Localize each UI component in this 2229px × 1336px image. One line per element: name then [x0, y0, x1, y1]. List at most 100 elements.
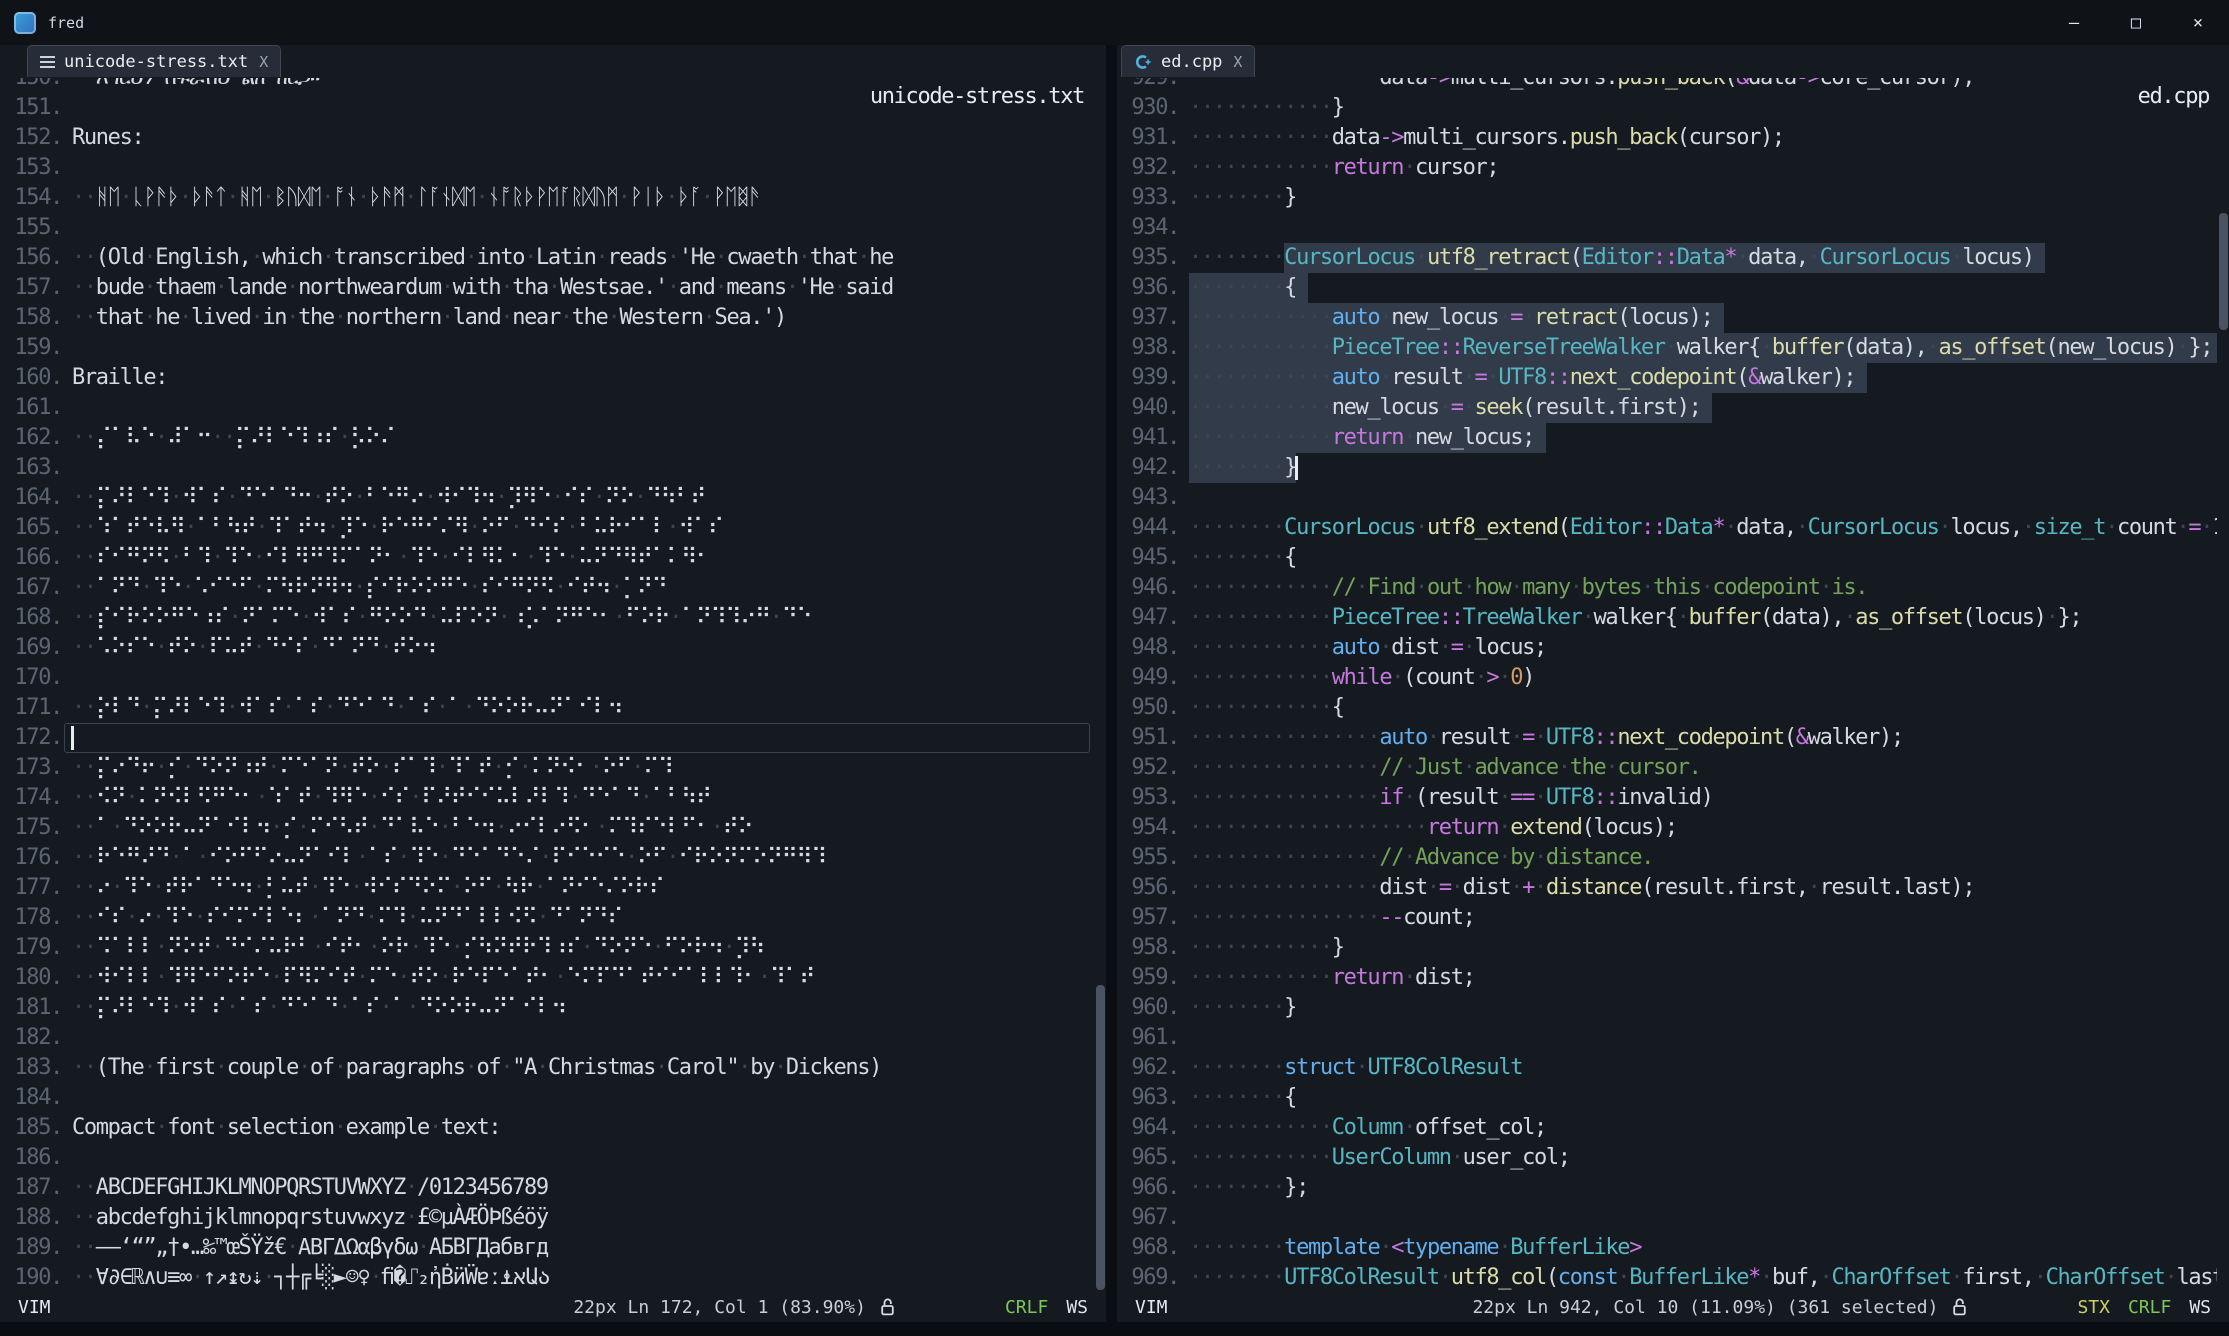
- code-line[interactable]: 156.··(Old·English,·which·transcribed·in…: [0, 243, 1094, 273]
- code-line[interactable]: 947.············PieceTree::TreeWalker·wa…: [1117, 603, 2217, 633]
- code-line[interactable]: 167.··⠁⠝⠙·⠹⠑·⠡⠊⠑⠋·⠍⠳⠗⠝⠻⠲·⡎⠊⠗⠕⠕⠛⠑·⠎⠊⠛⠝⠫·⠊…: [0, 573, 1094, 603]
- code-line[interactable]: 933.········}: [1117, 183, 2217, 213]
- code-line[interactable]: 951.················auto·result·=·UTF8::…: [1117, 723, 2217, 753]
- code-line[interactable]: 181.··⡍⠜⠇⠑⠹·⠺⠁⠎·⠁⠎·⠙⠑⠁⠙·⠁⠎·⠁·⠙⠕⠕⠗⠤⠝⠁⠊⠇⠲: [0, 993, 1094, 1023]
- code-line[interactable]: 188.··abcdefghijklmnopqrstuvwxyz·£©µÀÆÖÞ…: [0, 1203, 1094, 1233]
- code-line[interactable]: 962.········struct·UTF8ColResult: [1117, 1053, 2217, 1083]
- text-editor-viewport[interactable]: 150.··እግርህን·በፍራሽህ·ልክ·ዘርጋ።151.152.Runes:1…: [0, 78, 1094, 1292]
- code-line[interactable]: 170.: [0, 663, 1094, 693]
- code-line[interactable]: 160.Braille:: [0, 363, 1094, 393]
- code-line[interactable]: 173.··⡍⠔⠙⠖·⡊·⠙⠕⠝⠰⠞·⠍⠑⠁⠝·⠞⠕·⠎⠁⠹·⠹⠁⠞·⡊·⠅⠝⠪…: [0, 753, 1094, 783]
- code-line[interactable]: 945.········{: [1117, 543, 2217, 573]
- code-line[interactable]: 930.············}: [1117, 93, 2217, 123]
- code-line[interactable]: 155.: [0, 213, 1094, 243]
- code-line[interactable]: 969.········UTF8ColResult·utf8_col(const…: [1117, 1263, 2217, 1292]
- code-line[interactable]: 177.··⠔·⠹⠑·⠞⠗⠁⠙⠑⠲·⡃⠥⠞·⠹⠑·⠺⠊⠎⠙⠕⠍·⠕⠋·⠳⠗·⠁⠝…: [0, 873, 1094, 903]
- code-line[interactable]: 936.········{: [1117, 273, 2217, 303]
- flag-crlf[interactable]: CRLF: [2128, 1297, 2171, 1318]
- flag-stx[interactable]: STX: [2077, 1297, 2110, 1318]
- code-line[interactable]: 171.··⡕⠇⠙·⡍⠜⠇⠑⠹·⠺⠁⠎·⠁⠎·⠙⠑⠁⠙·⠁⠎·⠁·⠙⠕⠕⠗⠤⠝⠁…: [0, 693, 1094, 723]
- code-line[interactable]: 183.··(The·first·couple·of·paragraphs·of…: [0, 1053, 1094, 1083]
- tab-close-icon[interactable]: X: [259, 53, 268, 71]
- code-line[interactable]: 940.············new_locus·=·seek(result.…: [1117, 393, 2217, 423]
- code-line[interactable]: 185.Compact·font·selection·example·text:: [0, 1113, 1094, 1143]
- code-line[interactable]: 189.··–—‘“”„†•…‰™œŠŸž€·ΑΒΓΔΩαβγδω·АБВГДа…: [0, 1233, 1094, 1263]
- code-line[interactable]: 176.··⠗⠑⠛⠜⠙·⠁·⠊⠕⠋⠋⠔⠤⠝⠁⠊⠇·⠁⠎·⠹⠑·⠙⠑⠁⠙⠑⠌·⠏⠊…: [0, 843, 1094, 873]
- code-line[interactable]: 952.················//·Just·advance·the·…: [1117, 753, 2217, 783]
- code-line[interactable]: 958.············}: [1117, 933, 2217, 963]
- code-line[interactable]: 956.················dist·=·dist·+·distan…: [1117, 873, 2217, 903]
- close-button[interactable]: ×: [2167, 0, 2229, 45]
- code-line[interactable]: 959.············return·dist;: [1117, 963, 2217, 993]
- code-line[interactable]: 944.········CursorLocus·utf8_extend(Edit…: [1117, 513, 2217, 543]
- tab-unicode-stress-txt[interactable]: unicode-stress.txt X: [27, 45, 281, 77]
- code-line[interactable]: 941.············return·new_locus;: [1117, 423, 2217, 453]
- code-line[interactable]: 169.··⠡⠕⠎⠑·⠞⠕·⠏⠥⠞·⠙⠊⠎·⠙⠁⠝⠙·⠞⠕⠲: [0, 633, 1094, 663]
- code-line[interactable]: 172.: [0, 723, 1094, 753]
- code-line[interactable]: 949.············while·(count·>·0): [1117, 663, 2217, 693]
- code-line[interactable]: 152.Runes:: [0, 123, 1094, 153]
- code-line[interactable]: 943.: [1117, 483, 2217, 513]
- flag-ws[interactable]: WS: [1066, 1297, 1088, 1318]
- code-line[interactable]: 932.············return·cursor;: [1117, 153, 2217, 183]
- code-line[interactable]: 964.············Column·offset_col;: [1117, 1113, 2217, 1143]
- code-line[interactable]: 165.··⠱⠁⠞⠑⠧⠻·⠁⠃⠳⠞·⠹⠁⠞⠲·⡹⠑·⠗⠑⠛⠊⠌⠻·⠕⠋·⠙⠊⠎·…: [0, 513, 1094, 543]
- code-line[interactable]: 153.: [0, 153, 1094, 183]
- code-line[interactable]: 186.: [0, 1143, 1094, 1173]
- flag-crlf[interactable]: CRLF: [1005, 1297, 1048, 1318]
- tab-close-icon[interactable]: X: [1233, 53, 1242, 71]
- code-line[interactable]: 954.····················return·extend(lo…: [1117, 813, 2217, 843]
- code-line[interactable]: 190.··∀∂∈ℝ∧∪≡∞·↑↗↨↻⇣·┐┼╔╘░►☺♀·ﬁ�⑀₂ἠḂӥẄɐː…: [0, 1263, 1094, 1292]
- code-line[interactable]: 166.··⠎⠊⠛⠝⠫·⠃⠹·⠹⠑·⠊⠇⠻⠛⠹⠍⠁⠝⠂·⠹⠑·⠊⠇⠻⠅⠂·⠹⠑·…: [0, 543, 1094, 573]
- code-line[interactable]: 946.············//·Find·out·how·many·byt…: [1117, 573, 2217, 603]
- code-line[interactable]: 939.············auto·result·=·UTF8::next…: [1117, 363, 2217, 393]
- code-line[interactable]: 178.··⠊⠎·⠔·⠹⠑·⠎⠊⠍⠊⠇⠑⠆·⠁⠝⠙·⠍⠹·⠥⠝⠙⠁⠇⠇⠪⠫·⠙⠁…: [0, 903, 1094, 933]
- code-line[interactable]: 942.········}: [1117, 453, 2217, 483]
- code-line[interactable]: 960.········}: [1117, 993, 2217, 1023]
- code-line[interactable]: 929.················data->multi_cursors.…: [1117, 78, 2217, 93]
- code-line[interactable]: 175.··⠁·⠙⠕⠕⠗⠤⠝⠁⠊⠇⠲·⡊·⠍⠊⠣⠞·⠙⠁⠧⠑·⠃⠑⠲·⠔⠊⠇⠔⠫…: [0, 813, 1094, 843]
- code-editor-viewport[interactable]: 929.················data->multi_cursors.…: [1117, 78, 2217, 1292]
- code-line[interactable]: 158.··that·he·lived·in·the·northern·land…: [0, 303, 1094, 333]
- code-line[interactable]: 968.········template·<typename·BufferLik…: [1117, 1233, 2217, 1263]
- maximize-button[interactable]: □: [2105, 0, 2167, 45]
- code-line[interactable]: 182.: [0, 1023, 1094, 1053]
- code-line[interactable]: 935.········CursorLocus·utf8_retract(Edi…: [1117, 243, 2217, 273]
- vertical-scrollbar[interactable]: [1094, 45, 1106, 1292]
- code-line[interactable]: 934.: [1117, 213, 2217, 243]
- code-line[interactable]: 931.············data->multi_cursors.push…: [1117, 123, 2217, 153]
- code-line[interactable]: 950.············{: [1117, 693, 2217, 723]
- code-line[interactable]: 159.: [0, 333, 1094, 363]
- code-line[interactable]: 161.: [0, 393, 1094, 423]
- code-line[interactable]: 966.········};: [1117, 1173, 2217, 1203]
- code-line[interactable]: 184.: [0, 1083, 1094, 1113]
- flag-ws[interactable]: WS: [2189, 1297, 2211, 1318]
- code-line[interactable]: 938.············PieceTree::ReverseTreeWa…: [1117, 333, 2217, 363]
- code-line[interactable]: 953.················if·(result·==·UTF8::…: [1117, 783, 2217, 813]
- vertical-scrollbar[interactable]: [2217, 45, 2229, 1292]
- code-line[interactable]: 154.··ᚻᛖ·ᚳᚹᚫᚦ·ᚦᚫᛏ·ᚻᛖ·ᛒᚢᛞᛖ·ᚩᚾ·ᚦᚫᛗ·ᛚᚪᚾᛞᛖ·ᚾ…: [0, 183, 1094, 213]
- tab-ed-cpp[interactable]: ed.cpp X: [1121, 45, 1255, 77]
- unlock-icon[interactable]: [1952, 1297, 1967, 1317]
- code-line[interactable]: 187.··ABCDEFGHIJKLMNOPQRSTUVWXYZ·/012345…: [0, 1173, 1094, 1203]
- pane-divider[interactable]: [1106, 45, 1117, 1322]
- minimize-button[interactable]: —: [2043, 0, 2105, 45]
- code-line[interactable]: 157.··bude·thaem·lande·northweardum·with…: [0, 273, 1094, 303]
- code-line[interactable]: 937.············auto·new_locus·=·retract…: [1117, 303, 2217, 333]
- code-line[interactable]: 961.: [1117, 1023, 2217, 1053]
- code-line[interactable]: 164.··⡍⠜⠇⠑⠹·⠺⠁⠎·⠙⠑⠁⠙⠒·⠞⠕·⠃⠑⠛⠔·⠺⠊⠹⠲·⡹⠻⠑·⠊…: [0, 483, 1094, 513]
- scrollbar-thumb[interactable]: [1096, 985, 1105, 1290]
- unlock-icon[interactable]: [880, 1297, 895, 1317]
- code-line[interactable]: 179.··⠩⠁⠇⠇·⠝⠕⠞·⠙⠊⠌⠥⠗⠃·⠊⠞⠂·⠕⠗·⠹⠑·⡊⠳⠝⠞⠗⠹⠰⠎…: [0, 933, 1094, 963]
- horizontal-scrollbar-track[interactable]: [0, 1322, 2229, 1336]
- code-line[interactable]: 948.············auto·dist·=·locus;: [1117, 633, 2217, 663]
- code-line[interactable]: 957.················--count;: [1117, 903, 2217, 933]
- code-line[interactable]: 168.··⡎⠊⠗⠕⠕⠛⠑⠰⠎·⠝⠁⠍⠑·⠺⠁⠎·⠛⠕⠕⠙·⠥⠏⠕⠝·⠰⡡⠁⠝⠛…: [0, 603, 1094, 633]
- code-line[interactable]: 174.··⠪⠝·⠅⠝⠪⠇⠫⠛⠑⠂·⠱⠁⠞·⠹⠻⠑·⠊⠎·⠏⠜⠞⠊⠊⠥⠇⠜⠇⠹·…: [0, 783, 1094, 813]
- code-line[interactable]: 180.··⠺⠊⠇⠇·⠹⠻⠑⠋⠕⠗⠑·⠏⠻⠍⠊⠞·⠍⠑·⠞⠕·⠗⠑⠏⠑⠁⠞⠂·⠑…: [0, 963, 1094, 993]
- code-line[interactable]: 967.: [1117, 1203, 2217, 1233]
- code-line[interactable]: 963.········{: [1117, 1083, 2217, 1113]
- code-line[interactable]: 955.················//·Advance·by·distan…: [1117, 843, 2217, 873]
- code-line[interactable]: 163.: [0, 453, 1094, 483]
- scrollbar-thumb[interactable]: [2219, 213, 2228, 330]
